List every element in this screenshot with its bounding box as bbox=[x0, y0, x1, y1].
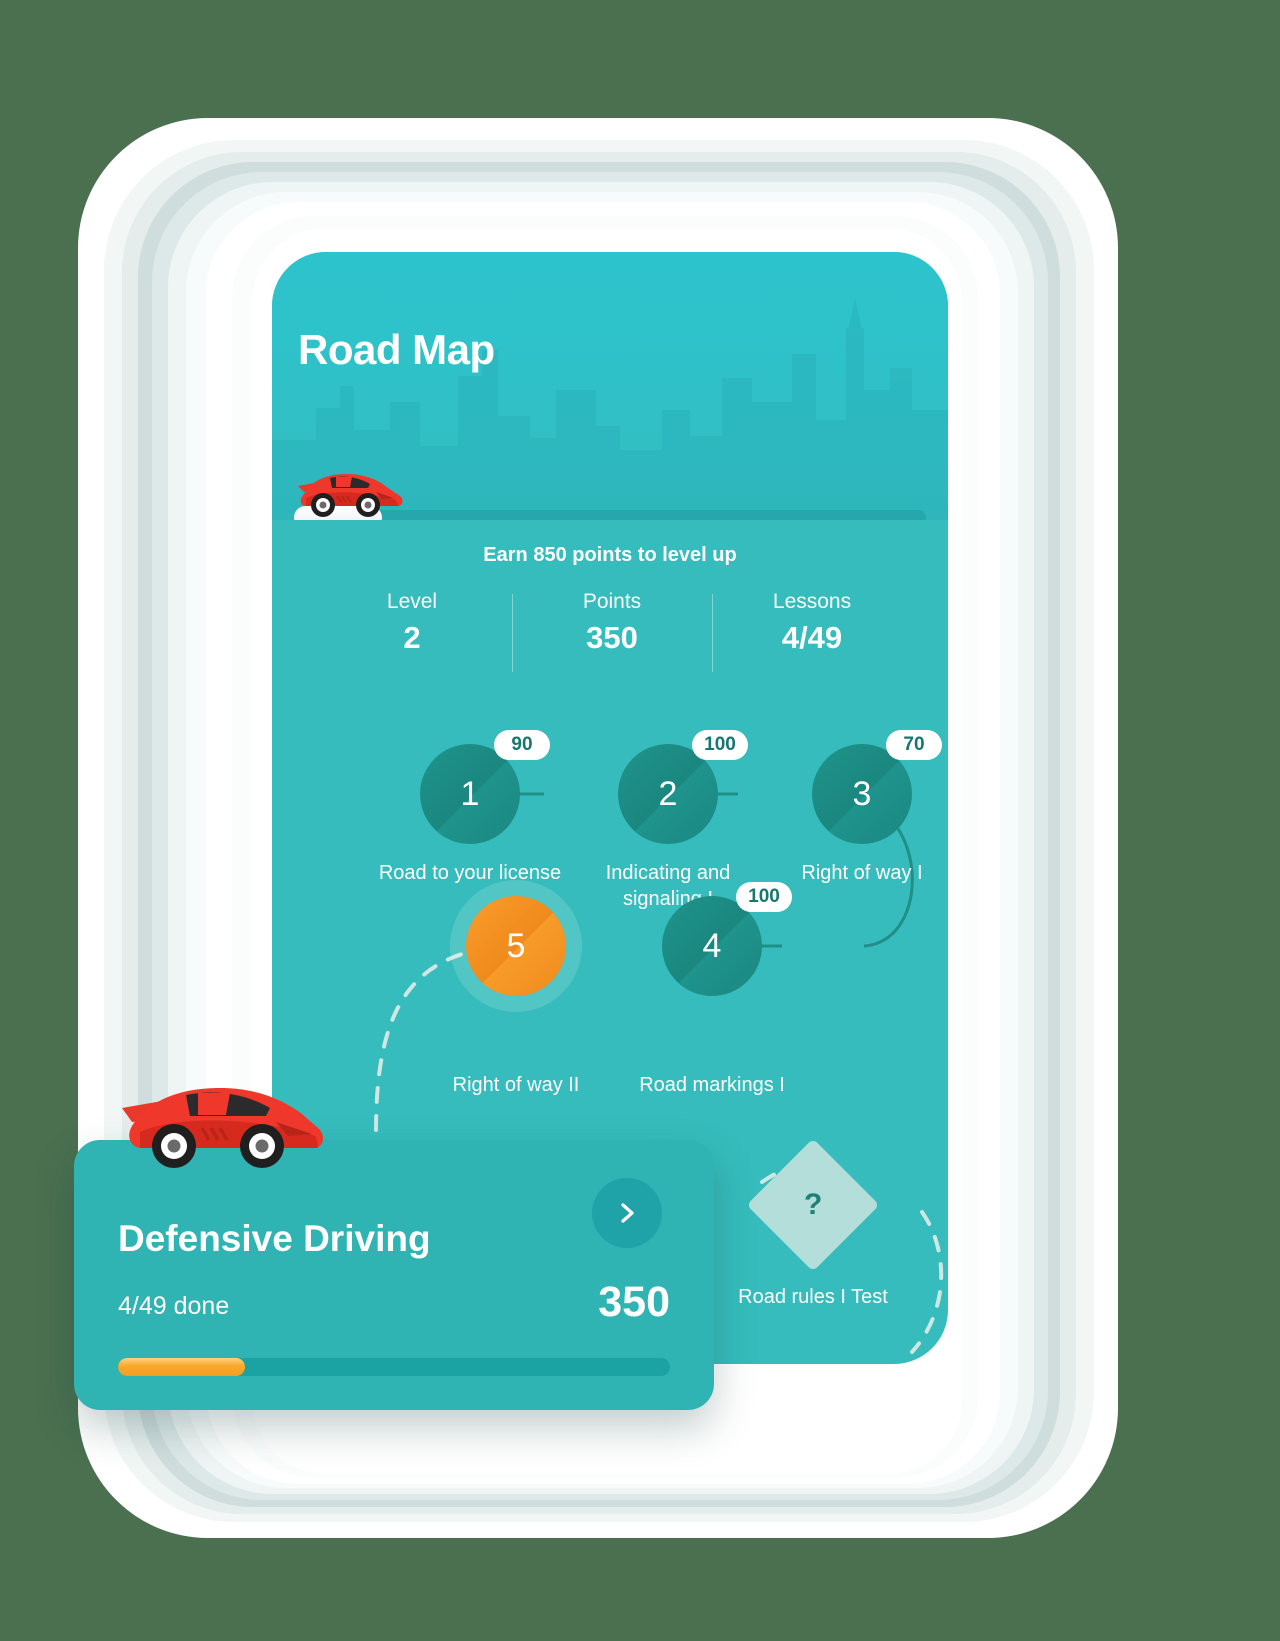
roadmap-test-node-label: Road rules I Test bbox=[738, 1286, 888, 1308]
level-progress-bar bbox=[272, 474, 948, 520]
node-number: 3 bbox=[852, 774, 872, 813]
roadmap-node-5-current[interactable]: 5 bbox=[466, 896, 566, 996]
course-progress-bar bbox=[118, 1358, 670, 1376]
stat-label: Lessons bbox=[772, 590, 852, 613]
stat-value: 4/49 bbox=[781, 620, 843, 655]
roadmap-node-3[interactable]: 3 70 bbox=[812, 730, 942, 844]
roadmap-node-5-label: Right of way II bbox=[452, 1074, 580, 1096]
node-score-badge: 100 bbox=[736, 882, 792, 912]
node-score-badge: 90 bbox=[494, 730, 550, 760]
node-number: 1 bbox=[460, 774, 480, 813]
page-title: Road Map bbox=[298, 326, 495, 373]
course-title: Defensive Driving bbox=[118, 1218, 431, 1259]
stats-row: Level 2 Points 350 Lessons 4/49 bbox=[312, 590, 912, 676]
level-up-caption: Earn 850 points to level up bbox=[483, 544, 737, 566]
roadmap-node-1-label: Road to your license bbox=[378, 862, 562, 884]
node-score-badge: 100 bbox=[692, 730, 748, 760]
node-score-badge: 70 bbox=[886, 730, 942, 760]
red-sports-car-icon bbox=[298, 474, 403, 517]
chevron-right-icon bbox=[621, 1203, 634, 1223]
course-card[interactable]: Defensive Driving 4/49 done 350 bbox=[74, 1088, 714, 1410]
roadmap-node-4[interactable]: 4 100 bbox=[662, 882, 792, 996]
node-number: 2 bbox=[658, 774, 678, 813]
stat-label: Level bbox=[386, 590, 438, 613]
node-number: 5 bbox=[506, 926, 526, 965]
course-next-button[interactable] bbox=[592, 1178, 662, 1248]
course-progress-fill bbox=[118, 1358, 245, 1376]
roadmap-node-1[interactable]: 1 90 bbox=[420, 730, 550, 844]
roadmap-node-3-label: Right of way I bbox=[801, 862, 923, 884]
red-sports-car-icon bbox=[122, 1088, 323, 1168]
stat-points: Points 350 bbox=[512, 590, 712, 676]
stat-level: Level 2 bbox=[312, 590, 512, 676]
node-number: 4 bbox=[702, 926, 722, 965]
course-points: 350 bbox=[598, 1278, 670, 1326]
course-progress-text: 4/49 done bbox=[118, 1292, 230, 1320]
roadmap-node-2[interactable]: 2 100 bbox=[618, 730, 748, 844]
roadmap-node-4-label: Road markings I bbox=[639, 1074, 785, 1096]
stat-lessons: Lessons 4/49 bbox=[712, 590, 912, 676]
stat-value: 2 bbox=[403, 620, 421, 655]
question-mark-icon: ? bbox=[803, 1187, 823, 1221]
stat-value: 350 bbox=[586, 620, 638, 655]
screen-header: Road Map bbox=[272, 252, 948, 520]
stat-label: Points bbox=[582, 590, 642, 613]
